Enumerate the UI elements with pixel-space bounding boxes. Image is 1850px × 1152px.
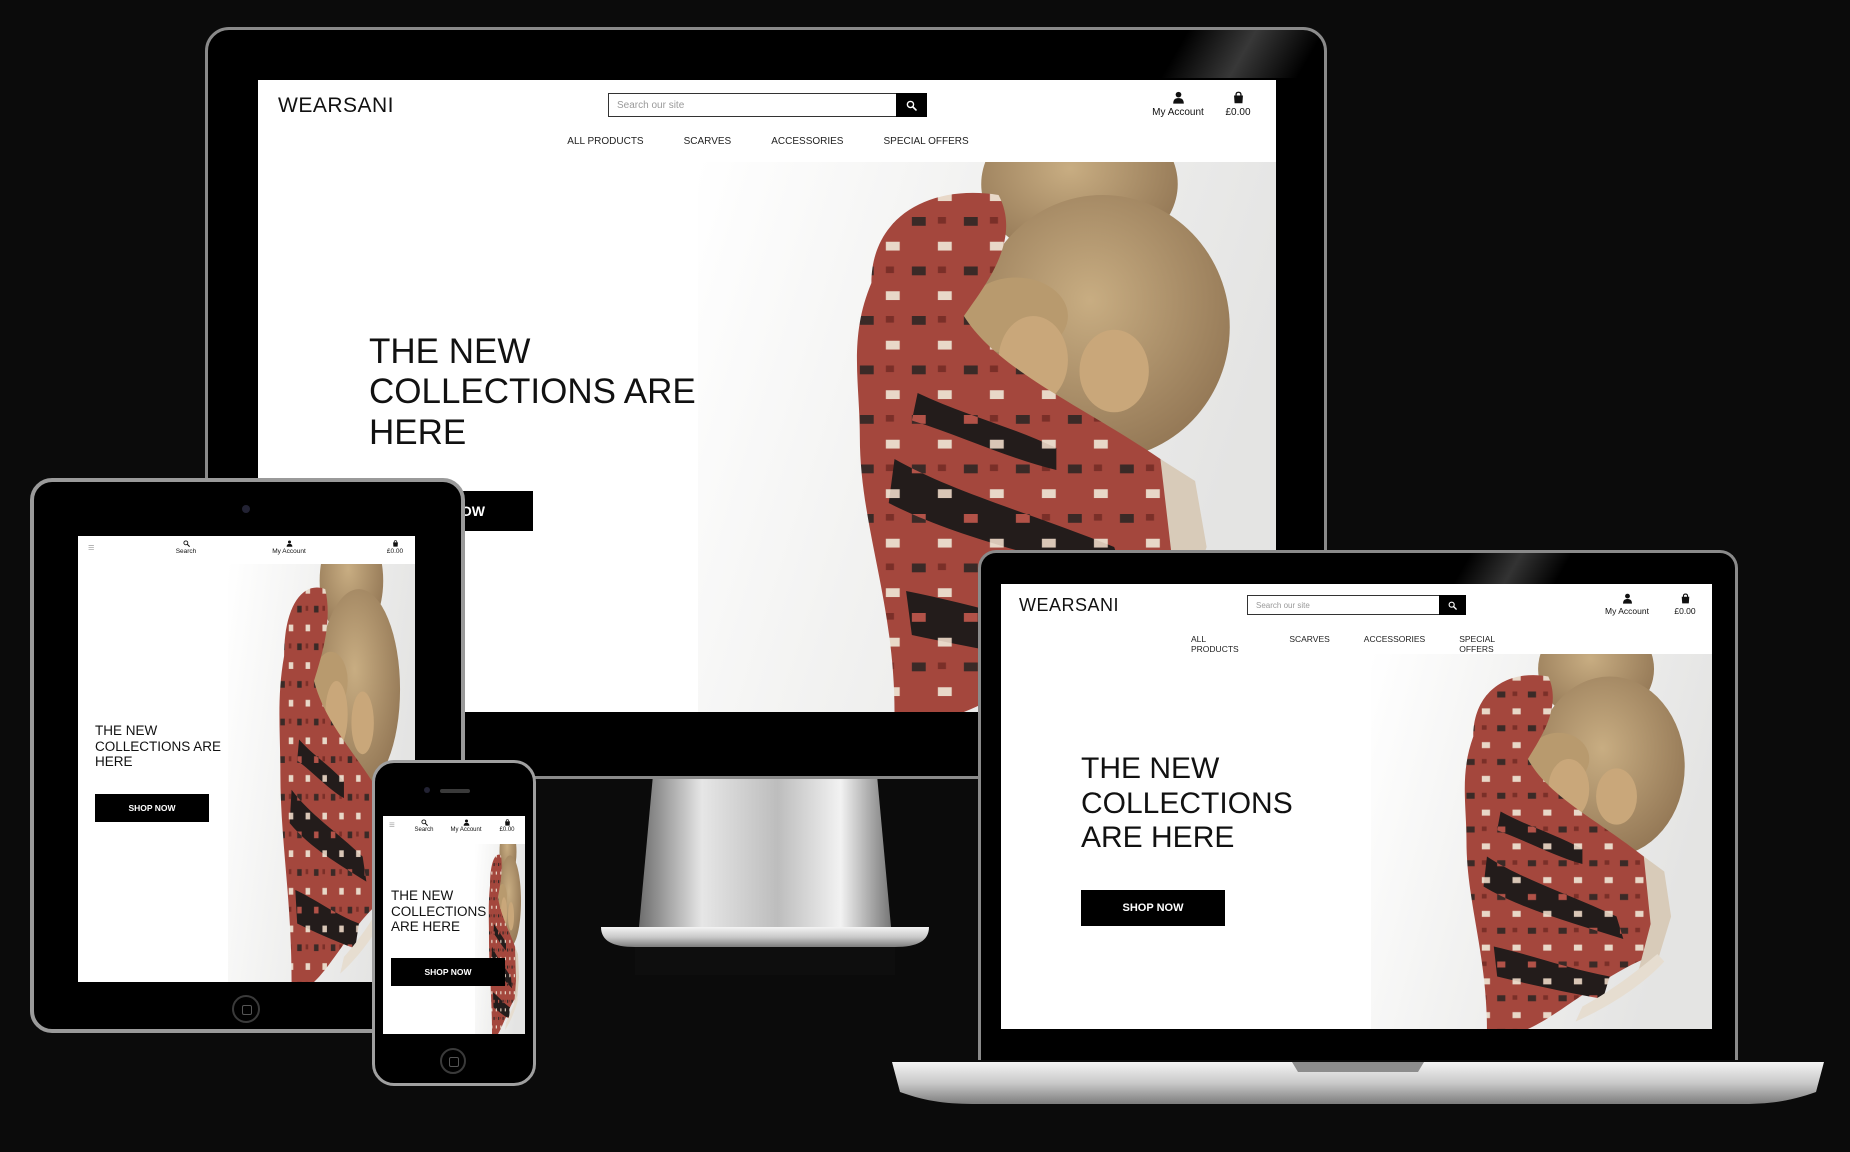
hero-heading-line: COLLECTIONS [391,903,487,919]
account-label: My Account [1152,107,1204,118]
main-nav: ALL PRODUCTS SCARVES ACCESSORIES SPECIAL… [558,136,978,147]
nav-accessories[interactable]: ACCESSORIES [771,136,843,147]
hero-heading: THE NEW COLLECTIONS ARE HERE [95,723,221,770]
hero-heading-line: COLLECTIONS ARE [95,738,222,754]
laptop-base [892,1062,1824,1104]
my-account-link[interactable]: My Account [1597,593,1657,616]
hero-heading: THE NEW COLLECTIONS ARE HERE [1081,752,1293,856]
hero-heading: THE NEW COLLECTIONS ARE HERE [391,888,486,935]
hero-heading-line: COLLECTIONS ARE [369,372,696,412]
search-label: Search [175,548,197,555]
tablet-home-button[interactable] [232,995,260,1023]
search-icon [421,819,428,826]
hero-image [383,844,525,1034]
hero-heading-line: HERE [95,754,133,770]
phone-camera [424,787,430,793]
search-icon [906,100,917,111]
my-account-link[interactable]: My Account [445,819,487,833]
my-account-link[interactable]: My Account [264,540,314,555]
shopping-bag-icon [392,540,399,547]
search-bar [1247,595,1466,615]
shopping-bag-icon [1680,593,1691,604]
account-label: My Account [450,827,482,833]
hero-heading-line: HERE [369,412,467,452]
hamburger-menu-icon[interactable]: ≡ [88,542,94,554]
shop-now-button[interactable]: SHOP NOW [1081,890,1225,926]
cart-total: £0.00 [499,827,515,833]
my-account-link[interactable]: My Account [1148,91,1208,118]
hamburger-menu-icon[interactable]: ≡ [389,820,395,831]
mobile-search-link[interactable]: Search [168,540,204,555]
phone-screen: ≡ Search My Account £0.00 THE NEW COLLEC… [383,816,525,1034]
search-input[interactable] [1247,595,1439,615]
site-logo[interactable]: WEARSANI [1019,595,1119,616]
monitor-glare [1120,30,1320,78]
nav-accessories[interactable]: ACCESSORIES [1364,634,1425,654]
shop-now-label: SHOP NOW [424,967,472,977]
cart-link[interactable]: £0.00 [1667,593,1703,616]
user-icon [286,540,293,547]
phone-speaker [440,789,470,793]
shop-now-label: SHOP NOW [1122,902,1184,914]
laptop-glare [1420,553,1570,587]
site-logo[interactable]: WEARSANI [278,94,394,118]
hero-heading-line: THE NEW [95,723,158,738]
cart-total: £0.00 [1674,606,1696,616]
nav-scarves[interactable]: SCARVES [684,136,732,147]
laptop-screen: WEARSANI My Account £0.00 ALL PRODUCTS S… [1001,584,1712,1029]
tablet-camera [242,505,250,513]
user-icon [1172,91,1185,104]
cart-link[interactable]: £0.00 [1218,91,1258,118]
search-icon [1448,601,1457,610]
nav-special-offers[interactable]: SPECIAL OFFERS [883,136,968,147]
search-button[interactable] [1439,595,1466,615]
hero-heading-line: THE NEW [369,332,531,371]
mobile-search-link[interactable]: Search [409,819,439,833]
cart-total: £0.00 [386,548,404,555]
hero-photo [475,844,525,1034]
nav-scarves[interactable]: SCARVES [1289,634,1329,654]
hero-heading-line: THE NEW [391,888,454,903]
tablet-screen: ≡ Search My Account £0.00 THE NEW COLLEC… [78,536,415,982]
user-icon [463,819,470,826]
nav-all-products[interactable]: ALL PRODUCTS [567,136,643,147]
hero-heading-line: ARE HERE [1081,821,1235,854]
main-nav: ALL PRODUCTS SCARVES ACCESSORIES SPECIAL… [1191,634,1531,654]
phone-home-button[interactable] [440,1048,466,1074]
nav-all-products[interactable]: ALL PRODUCTS [1191,634,1255,654]
cart-total: £0.00 [1225,107,1251,118]
shopping-bag-icon [1232,91,1245,104]
hero-image [78,564,415,982]
cart-link[interactable]: £0.00 [380,540,410,555]
hero-photo [1371,654,1712,1029]
cart-link[interactable]: £0.00 [493,819,521,833]
shop-now-button[interactable]: SHOP NOW [391,958,505,986]
search-button[interactable] [896,93,927,117]
search-label: Search [414,827,434,833]
account-label: My Account [1605,606,1649,616]
hero-heading: THE NEW COLLECTIONS ARE HERE [369,332,696,453]
search-icon [183,540,190,547]
monitor-stand [601,775,929,975]
shop-now-button[interactable]: SHOP NOW [95,794,209,822]
nav-special-offers[interactable]: SPECIAL OFFERS [1459,634,1531,654]
shopping-bag-icon [504,819,511,826]
shop-now-label: SHOP NOW [128,803,176,813]
hero-heading-line: THE NEW [1081,752,1220,785]
search-bar [608,93,927,117]
hero-heading-line: COLLECTIONS [1081,786,1293,820]
account-label: My Account [272,548,306,555]
search-input[interactable] [608,93,896,117]
hero-heading-line: ARE HERE [391,919,461,935]
user-icon [1622,593,1633,604]
